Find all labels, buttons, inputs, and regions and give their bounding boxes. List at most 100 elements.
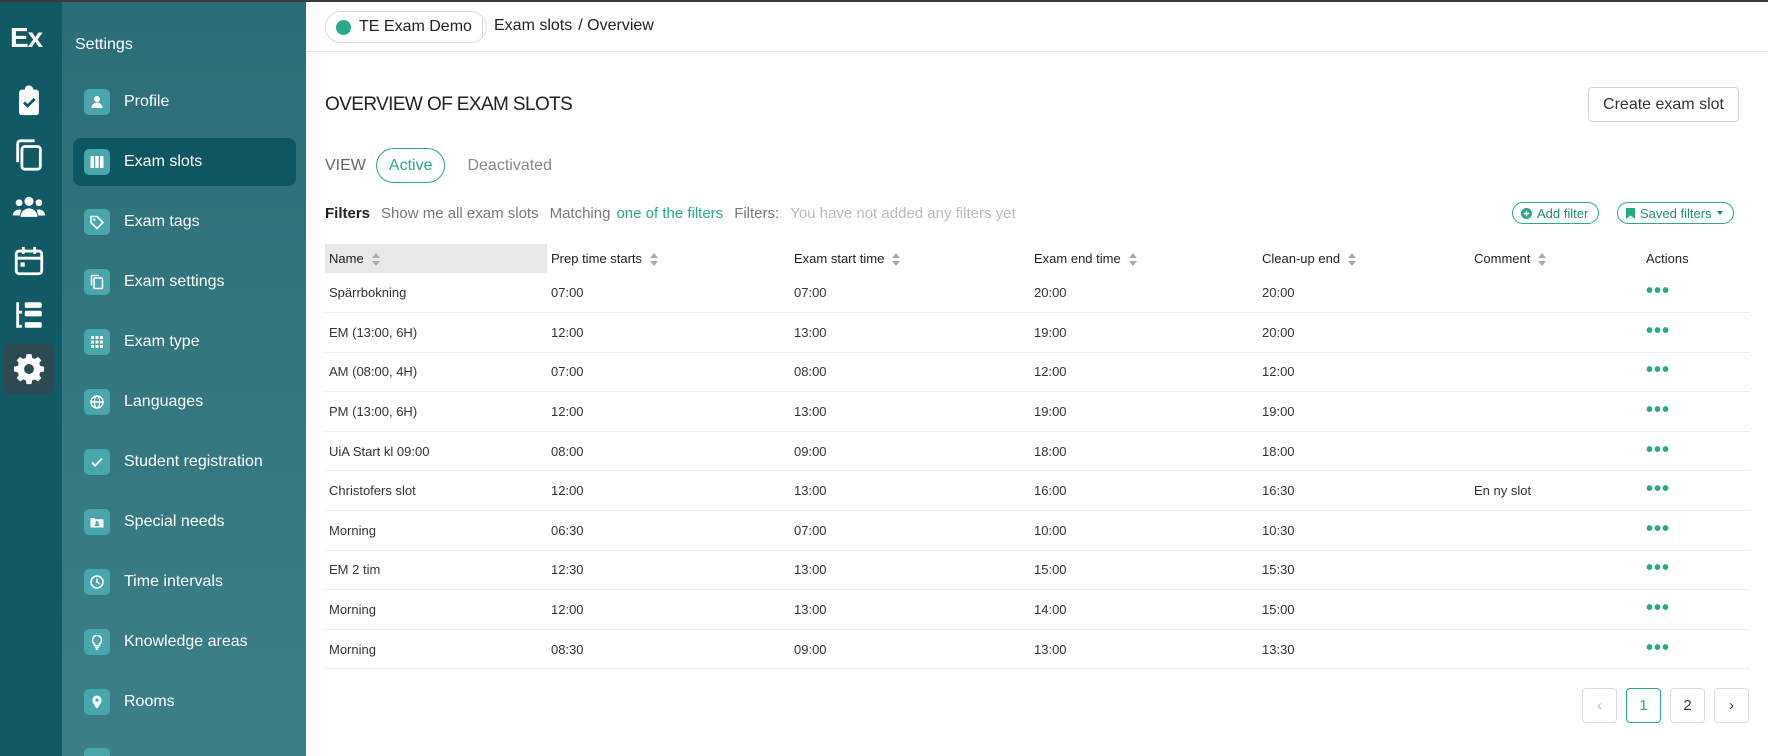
cell-exam-end: 16:00: [1030, 470, 1258, 512]
pagination-next-button[interactable]: ›: [1714, 688, 1749, 723]
row-actions-menu-icon[interactable]: •••: [1646, 439, 1670, 461]
cell-exam-start: 09:00: [790, 629, 1030, 670]
saved-filters-dropdown[interactable]: Saved filters: [1617, 202, 1734, 224]
sidebar-item-exam-type[interactable]: Exam type: [73, 318, 296, 366]
icon-rail: Ex: [0, 2, 62, 756]
matching-mode-toggle[interactable]: one of the filters: [616, 205, 723, 222]
sidebar-item-rooms[interactable]: Rooms: [73, 678, 296, 726]
cell-name: Christofers slot: [325, 470, 547, 512]
row-actions-menu-icon[interactable]: •••: [1646, 478, 1670, 500]
create-exam-slot-button[interactable]: Create exam slot: [1588, 87, 1739, 122]
cell-comment: [1470, 550, 1642, 591]
sort-icon[interactable]: [1128, 253, 1137, 267]
column-header-name[interactable]: Name: [325, 244, 547, 273]
cell-comment: En ny slot: [1470, 470, 1642, 512]
user-icon: [84, 89, 110, 115]
column-header-exam-start[interactable]: Exam start time: [790, 244, 1030, 273]
row-actions-menu-icon[interactable]: •••: [1646, 597, 1670, 619]
pagination-page-1[interactable]: 1: [1626, 688, 1661, 723]
column-header-exam-end[interactable]: Exam end time: [1030, 244, 1258, 273]
table-row[interactable]: Christofers slot 12:00 13:00 16:00 16:30…: [325, 470, 1750, 512]
cell-comment: [1470, 273, 1642, 314]
cell-name: PM (13:00, 6H): [325, 391, 547, 432]
cell-name: Spärrbokning: [325, 273, 547, 314]
sidebar-item-knowledge-areas[interactable]: Knowledge areas: [73, 618, 296, 666]
column-header-clean-up-end[interactable]: Clean-up end: [1258, 244, 1470, 273]
sort-icon[interactable]: [1348, 253, 1357, 267]
sidebar-item-exam-slots[interactable]: Exam slots: [73, 138, 296, 186]
map-pin-icon: [84, 689, 110, 715]
exam-slots-table: Name Prep time starts Exam start time Ex…: [325, 244, 1750, 670]
app-logo[interactable]: Ex: [10, 22, 43, 54]
page-title: OVERVIEW OF EXAM SLOTS: [325, 94, 573, 115]
table-row[interactable]: EM (13:00, 6H) 12:00 13:00 19:00 20:00 •…: [325, 312, 1750, 353]
column-header-prep-time[interactable]: Prep time starts: [547, 244, 790, 273]
lightbulb-icon: [84, 629, 110, 655]
table-row[interactable]: Spärrbokning 07:00 07:00 20:00 20:00 •••: [325, 273, 1750, 314]
rail-copy-button[interactable]: [4, 130, 54, 180]
saved-filters-label: Saved filters: [1640, 205, 1712, 221]
organization-switcher[interactable]: TE Exam Demo: [325, 11, 487, 43]
row-actions-menu-icon[interactable]: •••: [1646, 399, 1670, 421]
row-actions-menu-icon[interactable]: •••: [1646, 320, 1670, 342]
breadcrumb-exam-slots[interactable]: Exam slots: [494, 17, 572, 35]
table-row[interactable]: Morning 12:00 13:00 14:00 15:00 •••: [325, 589, 1750, 630]
clock-icon: [84, 569, 110, 595]
sidebar-item-exam-settings[interactable]: Exam settings: [73, 258, 296, 306]
cell-comment: [1470, 629, 1642, 670]
sidebar-item-profile[interactable]: Profile: [73, 78, 296, 126]
column-header-comment[interactable]: Comment: [1470, 244, 1642, 273]
cell-exam-end: 20:00: [1030, 273, 1258, 314]
cell-exam-start: 07:00: [790, 273, 1030, 314]
cell-exam-start: 07:00: [790, 510, 1030, 551]
sidebar-item-label: Exam slots: [124, 153, 203, 170]
sort-icon[interactable]: [892, 253, 901, 267]
cell-prep-time: 12:00: [547, 589, 790, 630]
column-header-actions: Actions: [1646, 251, 1689, 266]
row-actions-menu-icon[interactable]: •••: [1646, 557, 1670, 579]
sidebar-item-special-needs[interactable]: Special needs: [73, 498, 296, 546]
table-row[interactable]: UiA Start kl 09:00 08:00 09:00 18:00 18:…: [325, 431, 1750, 472]
table-row[interactable]: Morning 06:30 07:00 10:00 10:30 •••: [325, 510, 1750, 551]
cell-exam-start: 09:00: [790, 431, 1030, 472]
sidebar-item-label: Languages: [124, 393, 204, 410]
sidebar-item-student-registration[interactable]: Student registration: [73, 438, 296, 486]
table-row[interactable]: EM 2 tim 12:30 13:00 15:00 15:30 •••: [325, 550, 1750, 591]
cell-comment: [1470, 510, 1642, 551]
show-all-link[interactable]: Show me all exam slots: [381, 205, 539, 222]
row-actions-menu-icon[interactable]: •••: [1646, 359, 1670, 381]
rail-calendar-button[interactable]: [4, 236, 54, 286]
row-actions-menu-icon[interactable]: •••: [1646, 637, 1670, 659]
tab-active[interactable]: Active: [375, 148, 446, 183]
pagination-prev-button[interactable]: ‹: [1582, 688, 1617, 723]
rail-users-button[interactable]: [4, 182, 54, 232]
cell-clean-up-end: 10:30: [1258, 510, 1470, 551]
table-row[interactable]: Morning 08:30 09:00 13:00 13:30 •••: [325, 629, 1750, 670]
rail-exams-button[interactable]: [4, 76, 54, 126]
sort-icon[interactable]: [371, 253, 380, 267]
table-row[interactable]: PM (13:00, 6H) 12:00 13:00 19:00 19:00 •…: [325, 391, 1750, 432]
cell-clean-up-end: 12:00: [1258, 352, 1470, 393]
rail-structure-button[interactable]: [4, 290, 54, 340]
rail-settings-button[interactable]: [4, 344, 54, 394]
sidebar-item-languages[interactable]: Languages: [73, 378, 296, 426]
table-row[interactable]: AM (08:00, 4H) 07:00 08:00 12:00 12:00 •…: [325, 352, 1750, 393]
sidebar-item-exam-tags[interactable]: Exam tags: [73, 198, 296, 246]
row-actions-menu-icon[interactable]: •••: [1646, 518, 1670, 540]
row-actions-menu-icon[interactable]: •••: [1646, 280, 1670, 302]
filters-list-label: Filters:: [734, 204, 780, 222]
sidebar-item-label: Exam settings: [124, 273, 225, 290]
cell-exam-start: 13:00: [790, 589, 1030, 630]
cell-exam-end: 15:00: [1030, 550, 1258, 591]
sidebar-item-next[interactable]: [73, 738, 296, 756]
sidebar-item-time-intervals[interactable]: Time intervals: [73, 558, 296, 606]
pagination-page-2[interactable]: 2: [1670, 688, 1705, 723]
cell-exam-end: 19:00: [1030, 391, 1258, 432]
tab-deactivated[interactable]: Deactivated: [455, 148, 564, 183]
add-filter-button[interactable]: Add filter: [1512, 202, 1600, 224]
sidebar-item-label: Knowledge areas: [124, 633, 248, 650]
sidebar-item-label: Special needs: [124, 513, 225, 530]
sort-icon[interactable]: [650, 253, 659, 267]
sort-icon[interactable]: [1538, 253, 1547, 267]
cell-exam-start: 13:00: [790, 312, 1030, 353]
